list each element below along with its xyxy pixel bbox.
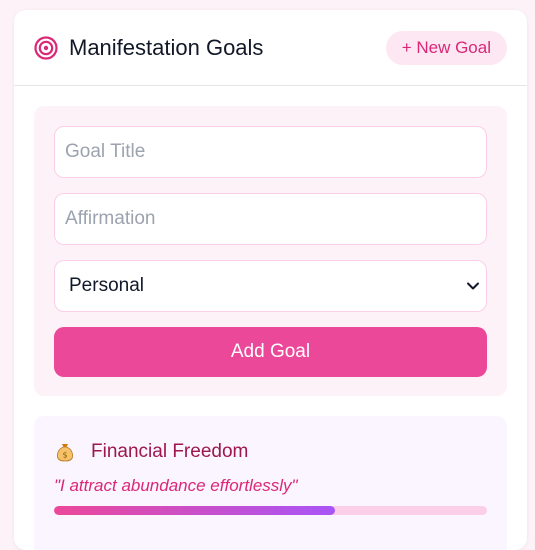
title-wrap: Manifestation Goals [34, 35, 263, 61]
goals-card: Manifestation Goals + New Goal Personal … [14, 10, 527, 550]
category-select-value: Personal [54, 260, 487, 312]
card-header: Manifestation Goals + New Goal [14, 10, 527, 86]
money-bag-icon: $ [54, 441, 76, 463]
goal-title: Financial Freedom [91, 441, 249, 462]
chevron-down-icon [465, 278, 481, 294]
new-goal-button[interactable]: + New Goal [385, 30, 507, 65]
page-title: Manifestation Goals [69, 34, 264, 60]
affirmation-input[interactable] [54, 193, 487, 245]
goal-title-input[interactable] [54, 126, 487, 178]
goal-affirmation: "I attract abundance effortlessly" [54, 476, 298, 495]
category-select[interactable]: Personal [54, 260, 487, 312]
goal-card: $ Financial Freedom "I attract abundance… [34, 416, 507, 550]
target-icon [34, 35, 58, 60]
svg-text:$: $ [62, 451, 67, 460]
goal-progress-fill [54, 506, 336, 515]
add-goal-button[interactable]: Add Goal [54, 327, 487, 377]
goal-progress-bar [54, 506, 487, 515]
new-goal-form: Personal Add Goal [34, 106, 507, 396]
